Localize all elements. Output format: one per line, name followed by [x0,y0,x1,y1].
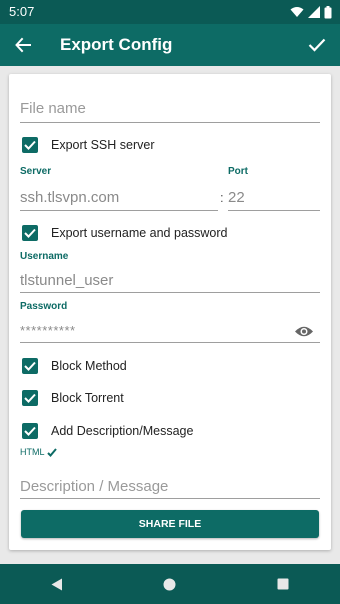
triangle-back-icon [51,578,62,590]
html-toggle[interactable]: HTML [20,447,57,457]
signal-icon [308,6,320,18]
file-name-underline [20,122,320,123]
password-input[interactable]: ********** [20,323,76,338]
export-credentials-label: Export username and password [51,226,228,240]
arrow-left-icon [15,37,31,53]
server-label: Server [20,166,52,177]
square-recents-icon [277,578,289,590]
password-underline [20,342,320,343]
status-icons [290,4,332,20]
share-file-button[interactable]: SHARE FILE [21,510,319,538]
circle-home-icon [163,578,176,590]
checkmark-icon [24,426,36,436]
block-torrent-label: Block Torrent [51,391,124,405]
export-ssh-label: Export SSH server [51,138,155,152]
file-name-input[interactable]: File name [20,100,86,117]
port-underline [228,210,320,211]
description-input[interactable]: Description / Message [20,478,168,495]
battery-icon [324,5,332,18]
navigation-bar [0,564,340,604]
export-ssh-checkbox[interactable] [22,137,38,153]
status-bar: 5:07 [0,0,340,24]
server-input[interactable]: ssh.tlsvpn.com [20,189,119,206]
toggle-password-visibility[interactable] [293,322,315,340]
username-label: Username [20,251,69,262]
eye-icon [295,326,313,336]
checkmark-icon [24,140,36,150]
check-icon [46,447,57,457]
nav-back-button[interactable] [37,564,77,604]
port-input[interactable]: 22 [228,189,245,206]
password-label: Password [20,301,68,312]
server-underline [20,210,218,211]
export-credentials-checkbox[interactable] [22,225,38,241]
add-description-checkbox[interactable] [22,423,38,439]
nav-home-button[interactable] [150,564,190,604]
back-button[interactable] [10,32,36,58]
username-underline [20,292,320,293]
page-title: Export Config [60,35,173,54]
checkmark-icon [24,361,36,371]
checkmark-icon [24,393,36,403]
status-time: 5:07 [9,4,35,19]
block-torrent-checkbox[interactable] [22,390,38,406]
export-form-card: File name Export SSH server Server Port … [9,74,331,550]
confirm-button[interactable] [304,32,330,58]
checkmark-icon [24,228,36,238]
port-label: Port [228,166,248,177]
nav-recents-button[interactable] [263,564,303,604]
wifi-icon [290,7,304,17]
block-method-label: Block Method [51,359,127,373]
html-label: HTML [20,447,45,457]
port-separator: : [220,190,224,205]
description-underline [20,498,320,499]
add-description-label: Add Description/Message [51,424,194,438]
username-input[interactable]: tlstunnel_user [20,272,113,289]
block-method-checkbox[interactable] [22,358,38,374]
app-bar: Export Config [0,24,340,66]
check-icon [308,38,326,52]
